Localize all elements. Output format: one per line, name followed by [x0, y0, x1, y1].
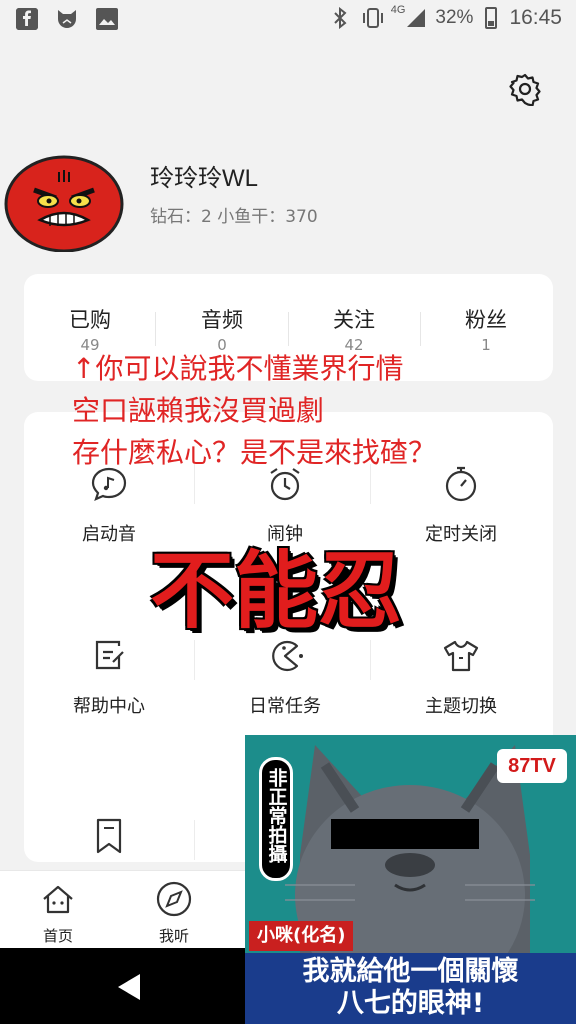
nav-listen[interactable]: 我听 [134, 879, 214, 946]
bookmark-icon [89, 816, 129, 856]
tool-theme-switch[interactable]: 主题切换 [376, 636, 546, 718]
battery-icon [485, 7, 498, 29]
vibrate-icon [361, 7, 383, 29]
user-currency-stats: 钻石：2 小鱼干：370 [150, 207, 318, 227]
avatar[interactable] [4, 152, 124, 253]
stat-value: 1 [481, 336, 491, 354]
tool-label: 日常任务 [249, 696, 321, 717]
facebook-icon [16, 8, 38, 30]
tool-help-center[interactable]: 帮助中心 [24, 636, 194, 718]
nav-home[interactable]: 首页 [18, 879, 98, 946]
back-icon[interactable] [112, 970, 146, 1004]
divider [370, 640, 371, 680]
tshirt-icon [441, 636, 481, 676]
overlay-caption-line-1: ↑你可以說我不懂業界行情 [72, 352, 404, 385]
user-name[interactable]: 玲玲玲WL [150, 158, 258, 193]
network-type: 4G [390, 4, 406, 16]
compass-icon [154, 879, 194, 919]
cat-app-icon [56, 8, 78, 30]
stat-fans[interactable]: 粉丝 1 [420, 274, 552, 381]
clock: 16:45 [509, 6, 562, 29]
nav-label: 我听 [158, 927, 189, 945]
signal-icon [405, 7, 426, 29]
tool-bookmark[interactable] [24, 816, 194, 856]
caption-line-2: 八七的眼神! [336, 988, 485, 1019]
help-doc-icon [89, 636, 129, 676]
tv-badge: 87TV [497, 749, 567, 783]
gallery-icon [96, 8, 118, 30]
home-icon [38, 879, 78, 919]
status-bar: 4G 32% 16:45 [0, 0, 576, 40]
tool-label: 主题切换 [425, 696, 497, 717]
meme-image: 87TV 非正常拍攝 小咪(化名) 我就給他一個關懷 八七的眼神! [245, 735, 576, 1024]
overlay-caption-line-2: 空口誣賴我沒買過劇 [72, 394, 325, 427]
meme-caption: 我就給他一個關懷 八七的眼神! [245, 953, 576, 1024]
bluetooth-icon [331, 6, 349, 30]
overlay-big-text: 不能忍 [150, 542, 403, 640]
caption-line-1: 我就給他一個關懷 [302, 956, 519, 987]
censor-bar [331, 819, 479, 849]
stat-label: 已购 [69, 308, 111, 332]
vertical-text: 非正常拍攝 [265, 768, 288, 863]
tool-daily-tasks[interactable]: 日常任务 [200, 636, 370, 718]
divider [194, 820, 195, 860]
gear-icon[interactable] [508, 72, 542, 107]
stat-label: 音频 [201, 308, 243, 332]
nav-label: 首页 [42, 927, 73, 945]
tool-label: 帮助中心 [73, 696, 145, 717]
stat-label: 关注 [333, 308, 375, 332]
stat-label: 粉丝 [465, 308, 507, 332]
timer-icon [441, 464, 481, 504]
battery-percent: 32% [435, 7, 474, 28]
name-tag: 小咪(化名) [249, 921, 354, 951]
overlay-caption-line-3: 存什麼私心？是不是來找碴？ [72, 436, 437, 469]
divider [194, 640, 195, 680]
vertical-label: 非正常拍攝 [259, 757, 293, 881]
